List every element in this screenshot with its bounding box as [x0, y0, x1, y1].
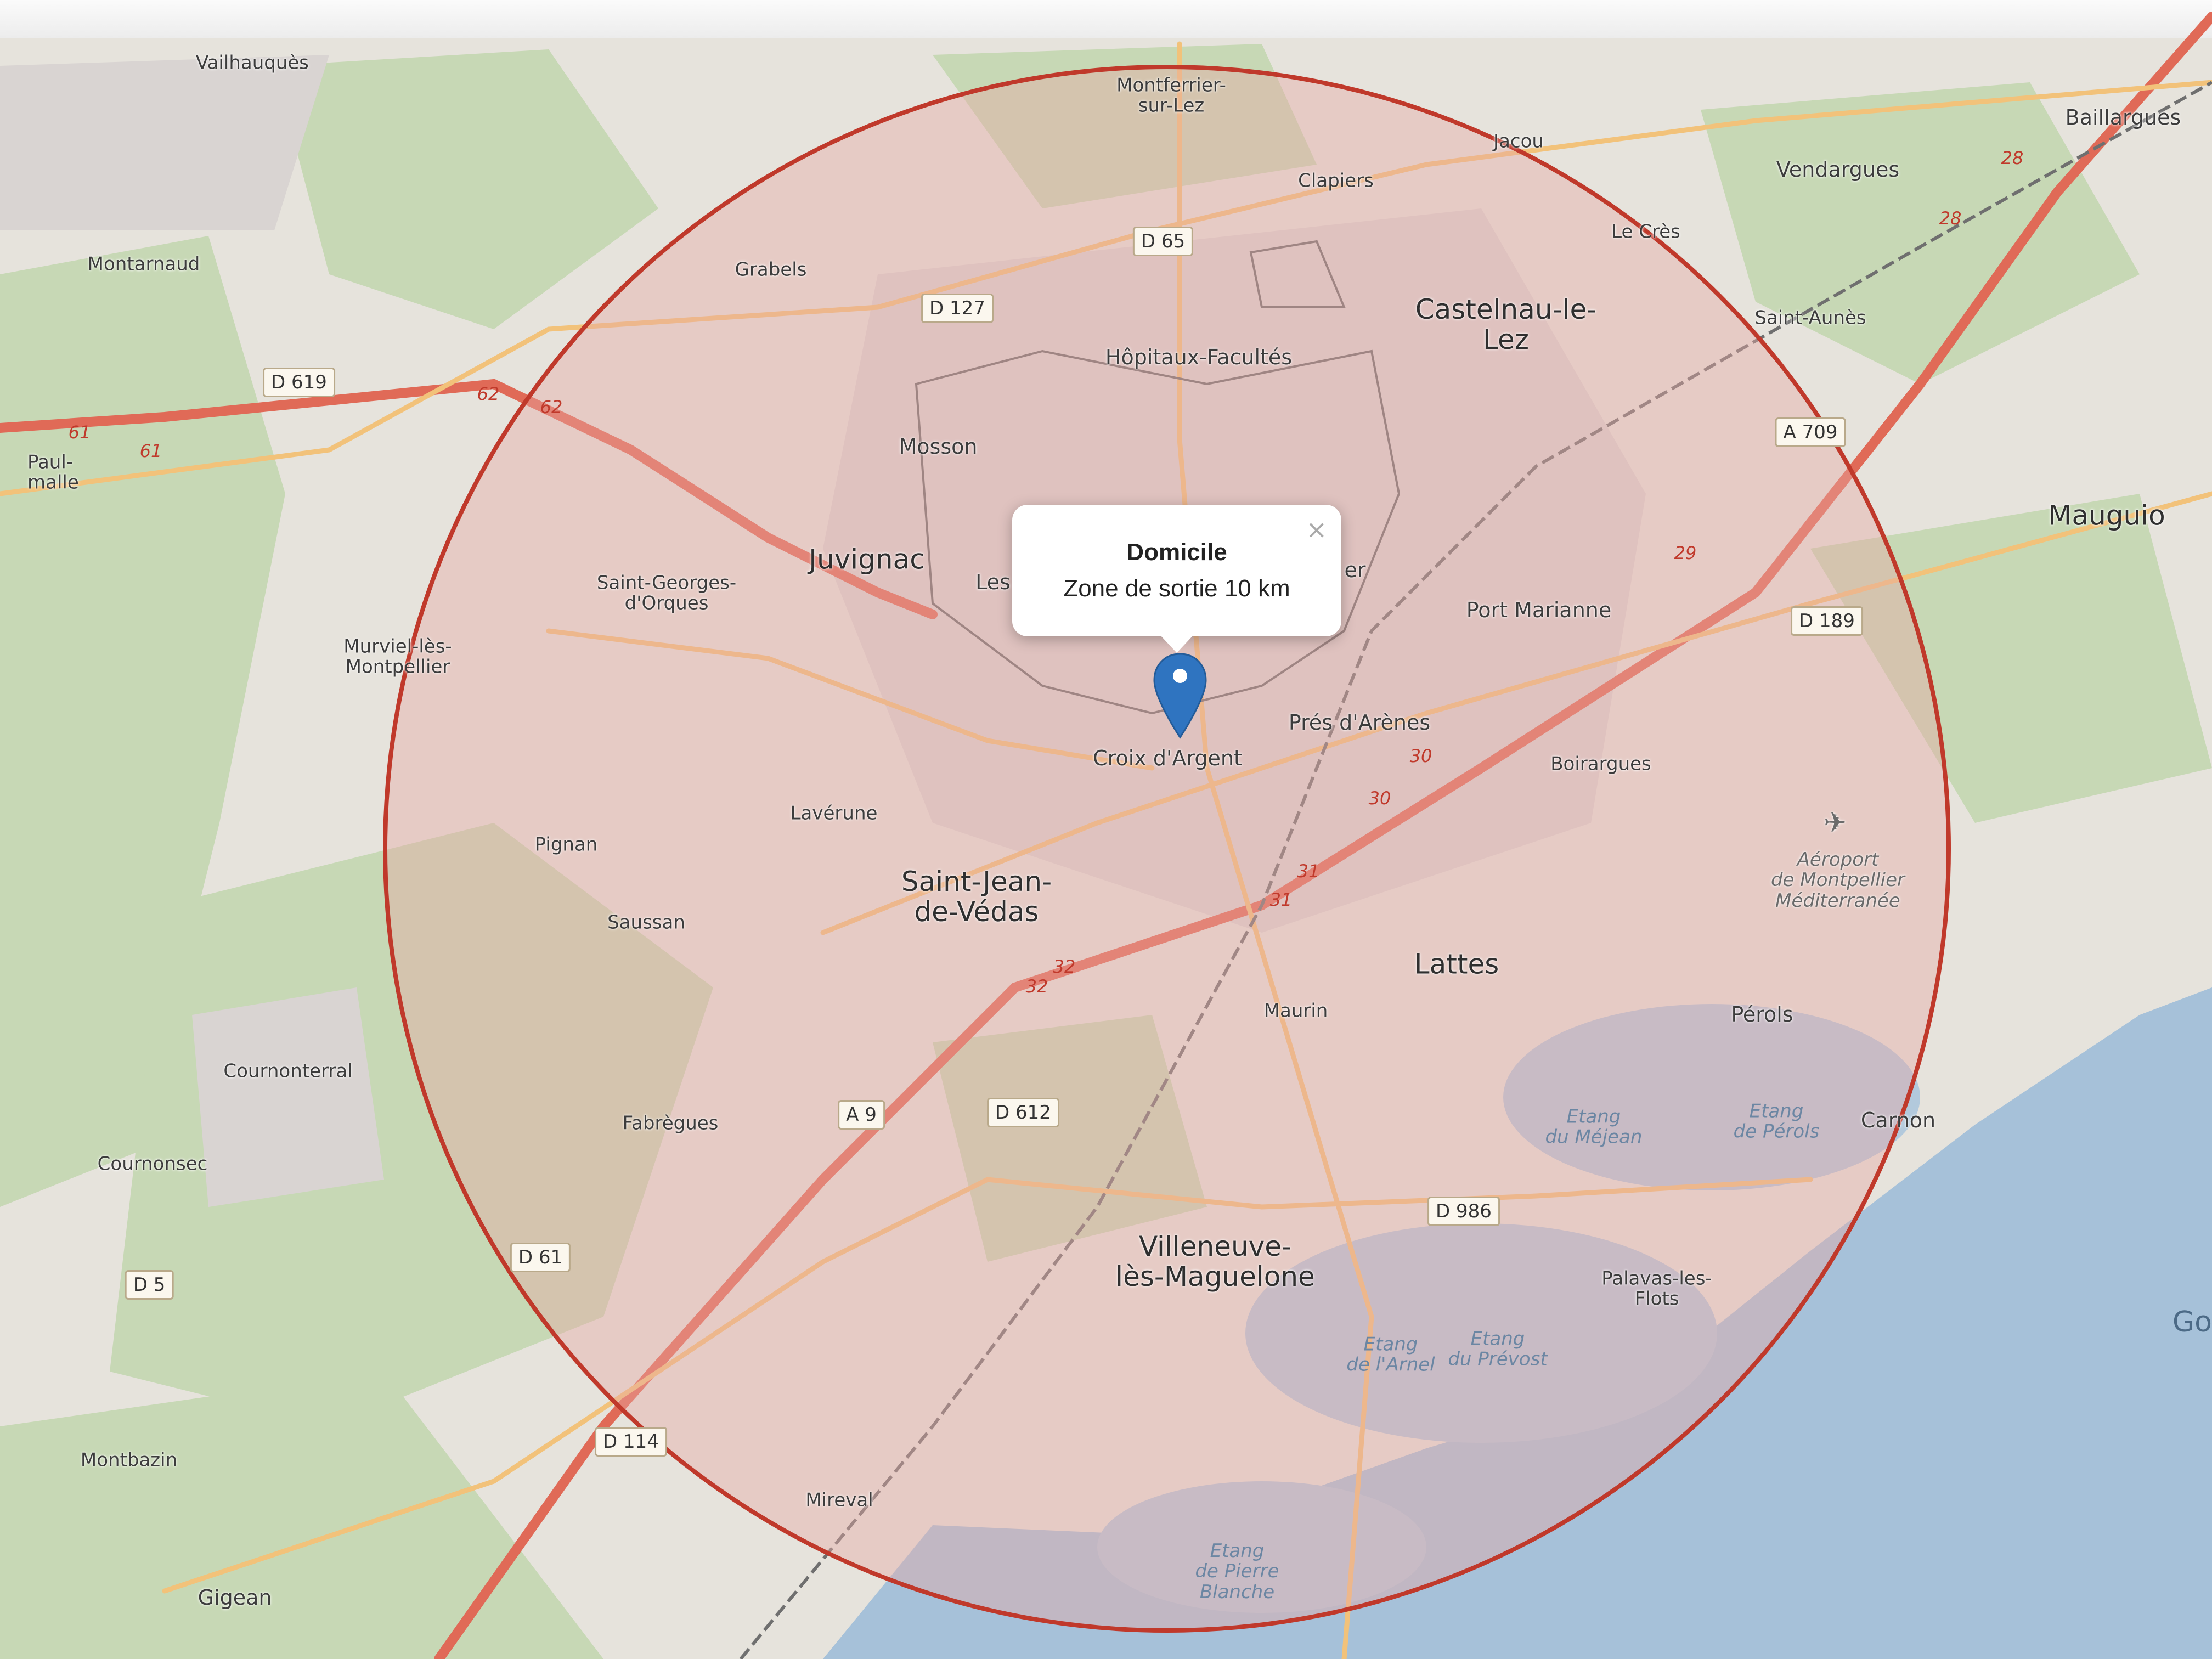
airport-icon: ✈ — [1824, 806, 1847, 839]
motorway-exit-label: 32 — [1025, 976, 1048, 997]
map-base-layer — [0, 12, 2212, 1659]
motorway-exit-label: 62 — [540, 397, 563, 417]
popup-description: Zone de sortie 10 km — [1063, 575, 1290, 602]
motorway-exit-label: 31 — [1297, 861, 1320, 882]
popup-tip — [1160, 635, 1193, 653]
road-shield-a9: A 9 — [838, 1100, 885, 1130]
exit-zone-circle — [383, 65, 1951, 1633]
popup-title: Domicile — [1126, 539, 1227, 566]
place-label-le-cres: Le Crès — [1611, 221, 1680, 243]
motorway-exit-label: 62 — [477, 383, 500, 404]
place-label-juvignac: Juvignac — [809, 543, 925, 575]
water-label-etang-de-larnel: Etang de l'Arnel — [1346, 1333, 1435, 1376]
water-label-etang-de-perols: Etang de Pérols — [1733, 1100, 1820, 1143]
motorway-exit-label: 28 — [2001, 148, 2024, 168]
airport-label: Aéroport de Montpellier Méditerranée — [1770, 848, 1905, 912]
map-pin-icon — [1153, 653, 1207, 739]
road-shield-d612: D 612 — [987, 1098, 1059, 1127]
water-label-etang-du-prevost: Etang du Prévost — [1448, 1328, 1548, 1370]
place-label-villeneuve-les-maguelone: Villeneuve- lès-Maguelone — [1115, 1231, 1315, 1293]
place-label-saint-aunes: Saint-Aunès — [1754, 307, 1866, 329]
place-label-montarnaud: Montarnaud — [87, 253, 200, 275]
road-shield-d114: D 114 — [595, 1427, 667, 1457]
motorway-exit-label: 31 — [1269, 889, 1293, 910]
place-label-cournonsec: Cournonsec — [97, 1153, 208, 1175]
place-label-vendargues: Vendargues — [1776, 157, 1900, 182]
place-label-pignan: Pignan — [534, 833, 598, 856]
place-label-saint-georges-dorques: Saint-Georges- d'Orques — [596, 572, 737, 614]
place-label-port-marianne: Port Marianne — [1466, 598, 1612, 623]
motorway-exit-label: 30 — [1368, 788, 1391, 809]
place-label-baillargues: Baillargues — [2065, 105, 2181, 130]
place-label-gigean: Gigean — [198, 1585, 272, 1610]
place-label-pres-darenes: Prés d'Arènes — [1288, 710, 1431, 735]
place-label-edge-cutoff: Go — [2172, 1306, 2212, 1339]
place-label-montbazin: Montbazin — [80, 1449, 178, 1471]
place-label-croix-dargent: Croix d'Argent — [1093, 746, 1242, 771]
place-label-paulhan: Paul- malle — [27, 451, 79, 494]
motorway-exit-label: 61 — [68, 422, 91, 443]
place-label-carnon: Carnon — [1860, 1108, 1936, 1133]
road-shield-d613: D 61 — [510, 1243, 571, 1272]
motorway-exit-label: 32 — [1053, 956, 1076, 977]
home-marker[interactable] — [1151, 652, 1209, 740]
place-label-hopitaux-facultes: Hôpitaux-Facultés — [1105, 345, 1293, 370]
road-shield-d986: D 986 — [1427, 1197, 1500, 1226]
place-label-maurin: Maurin — [1263, 1000, 1328, 1022]
place-label-grabels: Grabels — [735, 258, 807, 281]
place-label-saint-jean-de-vedas: Saint-Jean- de-Védas — [901, 866, 1052, 928]
place-label-saussan: Saussan — [607, 911, 685, 934]
road-shield-d127: D 127 — [921, 294, 994, 323]
place-label-laverune: Lavérune — [790, 802, 878, 825]
place-label-lattes: Lattes — [1414, 948, 1499, 980]
place-label-montpellier-partial: er — [1344, 558, 1366, 583]
water-label-etang-de-pierre-blanche: Etang de Pierre Blanche — [1195, 1539, 1279, 1603]
place-label-jacou: Jacou — [1493, 130, 1544, 153]
road-shield-d619: D 619 — [263, 368, 335, 397]
road-shield-d5: D 5 — [125, 1270, 174, 1300]
marker-popup: × Domicile Zone de sortie 10 km — [1012, 505, 1341, 653]
motorway-exit-label: 29 — [1674, 543, 1697, 563]
place-label-mauguio: Mauguio — [2048, 499, 2165, 532]
place-label-castelnau-le-lez: Castelnau-le- Lez — [1415, 294, 1597, 356]
place-label-mosson: Mosson — [899, 435, 978, 459]
place-label-murviel-les-montpellier: Murviel-lès- Montpellier — [343, 635, 452, 678]
place-label-mireval: Mireval — [805, 1489, 873, 1511]
place-label-palavas-les-flots: Palavas-les- Flots — [1601, 1267, 1712, 1310]
road-shield-d189: D 189 — [1791, 606, 1863, 636]
place-label-perols: Pérols — [1731, 1002, 1793, 1027]
place-label-clapiers: Clapiers — [1298, 170, 1374, 192]
place-label-boirargues: Boirargues — [1550, 753, 1651, 775]
place-label-fabregues: Fabrègues — [622, 1112, 719, 1135]
place-label-cournonterral: Cournonterral — [223, 1060, 353, 1082]
map-view[interactable]: Vailhauquès Montferrier- sur-Lez Jacou B… — [0, 0, 2212, 1659]
road-shield-d65: D 65 — [1132, 227, 1194, 256]
place-label-vailhauques: Vailhauquès — [195, 52, 309, 74]
water-label-etang-du-mejean: Etang du Méjean — [1545, 1105, 1643, 1148]
motorway-exit-label: 61 — [139, 441, 162, 461]
photographed-map-page: Vailhauquès Montferrier- sur-Lez Jacou B… — [0, 0, 2212, 1659]
motorway-exit-label: 30 — [1409, 746, 1432, 766]
road-shield-a709: A 709 — [1775, 417, 1846, 447]
motorway-exit-label: 28 — [1939, 208, 1962, 229]
place-label-montferrier: Montferrier- sur-Lez — [1116, 74, 1226, 117]
place-label-les: Les — [975, 570, 1011, 595]
